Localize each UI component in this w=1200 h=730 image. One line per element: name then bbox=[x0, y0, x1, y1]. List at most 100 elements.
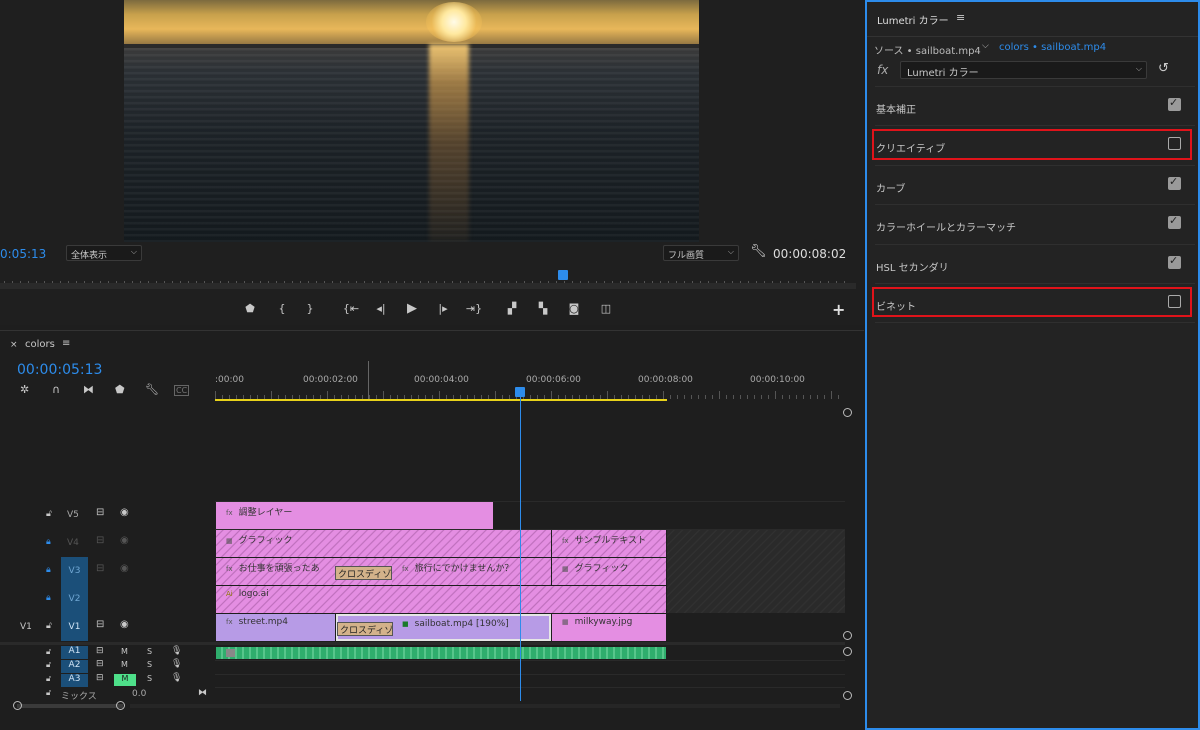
clip-graphic[interactable]: ▦ グラフィック bbox=[216, 530, 551, 557]
lock-icon[interactable]: 🔓︎ bbox=[46, 647, 51, 657]
playhead-timecode[interactable]: 0:05:13 bbox=[0, 247, 46, 261]
transition-cross-dissolve[interactable]: クロスディゾ bbox=[335, 566, 392, 580]
lock-icon[interactable]: 🔒︎ bbox=[46, 565, 51, 575]
mute-button[interactable]: M bbox=[121, 647, 128, 656]
source-patch-v1[interactable]: V1 bbox=[20, 622, 32, 632]
sync-lock-icon[interactable]: ⊟ bbox=[96, 673, 104, 683]
zoom-dropdown[interactable]: 全体表示 ⌵ bbox=[66, 245, 142, 261]
lock-icon[interactable]: 🔓︎ bbox=[46, 660, 51, 670]
step-forward-icon[interactable]: |▸ bbox=[434, 300, 452, 318]
clip-ryokou[interactable]: fx 旅行にでかけませんか？ bbox=[392, 558, 551, 585]
marker-icon[interactable]: ⬟ bbox=[241, 300, 259, 318]
solo-button[interactable]: S bbox=[147, 674, 152, 683]
clip-adjustment-layer[interactable]: fx 調整レイヤー bbox=[216, 502, 493, 529]
quality-dropdown[interactable]: フル画質 ⌵ bbox=[663, 245, 739, 261]
timeline-ruler[interactable]: :00:00 00:00:02:00 00:00:04:00 00:00:06:… bbox=[215, 361, 845, 399]
compare-view-icon[interactable]: ◫ bbox=[597, 300, 615, 318]
sequence-clip-label[interactable]: colors • sailboat.mp4 bbox=[999, 42, 1106, 53]
clip-street[interactable]: fx street.mp4 bbox=[216, 614, 335, 641]
vertical-scroll-handle[interactable] bbox=[843, 631, 852, 640]
section-color-wheels[interactable]: カラーホイールとカラーマッチ bbox=[875, 204, 1195, 242]
track-target-v1[interactable]: V1 bbox=[61, 613, 88, 641]
eye-icon[interactable]: ◉ bbox=[120, 507, 129, 518]
lock-icon[interactable]: 🔓︎ bbox=[46, 688, 51, 698]
add-marker-icon[interactable]: ⬟ bbox=[115, 383, 125, 396]
clip-graphic-2[interactable]: ▦ グラフィック bbox=[552, 558, 666, 585]
extract-icon[interactable]: ▚ bbox=[534, 300, 552, 318]
monitor-playhead[interactable] bbox=[558, 270, 568, 280]
lift-icon[interactable]: ▞ bbox=[503, 300, 521, 318]
section-curves[interactable]: カーブ bbox=[875, 165, 1195, 203]
microphone-icon[interactable]: 🎙︎ bbox=[171, 659, 182, 669]
monitor-scrollbar[interactable] bbox=[0, 283, 856, 289]
sync-lock-icon[interactable]: ⊟ bbox=[96, 619, 104, 630]
section-checkbox[interactable] bbox=[1168, 96, 1181, 111]
audio-clip-a1[interactable] bbox=[216, 647, 666, 659]
track-target-a2[interactable]: A2 bbox=[61, 660, 88, 673]
mix-end-icon[interactable]: ⧓ bbox=[198, 688, 207, 698]
mute-button-active[interactable]: M bbox=[114, 674, 136, 686]
audio-scroll-handle[interactable] bbox=[843, 691, 852, 700]
sequence-tab[interactable]: colors bbox=[25, 339, 55, 350]
clip-sample-text[interactable]: fx サンプルテキスト bbox=[552, 530, 666, 557]
effect-dropdown[interactable]: Lumetri カラー ⌵ bbox=[900, 61, 1147, 79]
clip-milkyway[interactable]: ▦ milkyway.jpg bbox=[552, 614, 666, 641]
eye-icon[interactable]: ◉ bbox=[120, 563, 129, 574]
camera-icon[interactable]: ◙ bbox=[565, 300, 583, 318]
linked-selection-icon[interactable]: ⧓ bbox=[83, 383, 94, 396]
microphone-icon[interactable]: 🎙︎ bbox=[171, 673, 182, 683]
mix-volume[interactable]: 0.0 bbox=[132, 689, 146, 699]
section-checkbox[interactable] bbox=[1168, 175, 1181, 190]
lock-icon[interactable]: 🔓︎ bbox=[46, 509, 52, 519]
go-to-in-icon[interactable]: {⇤ bbox=[342, 300, 360, 318]
play-icon[interactable]: ▶ bbox=[403, 300, 421, 318]
horizontal-scroll-track[interactable] bbox=[130, 704, 840, 708]
microphone-icon[interactable]: 🎙︎ bbox=[171, 646, 182, 656]
lock-icon[interactable]: 🔒︎ bbox=[46, 537, 51, 547]
tab-menu-icon[interactable]: ≡ bbox=[62, 338, 70, 349]
track-target-v2[interactable]: V2 bbox=[61, 585, 88, 613]
zoom-scrollbar-track[interactable] bbox=[17, 704, 123, 708]
reset-icon[interactable]: ↺ bbox=[1158, 61, 1169, 76]
sync-lock-icon[interactable]: ⊟ bbox=[96, 646, 104, 656]
zoom-scroll-handle-left[interactable] bbox=[13, 701, 22, 710]
solo-button[interactable]: S bbox=[147, 660, 152, 669]
add-button[interactable]: + bbox=[832, 300, 845, 319]
wrench-icon[interactable]: 🔧︎ bbox=[145, 383, 159, 396]
eye-icon[interactable]: ◉ bbox=[120, 619, 129, 630]
section-checkbox[interactable] bbox=[1168, 254, 1181, 269]
chevron-down-icon[interactable]: ⌵ bbox=[982, 41, 989, 51]
clip-logo[interactable]: Ai logo.ai bbox=[216, 586, 666, 613]
track-target-a3[interactable]: A3 bbox=[61, 674, 88, 687]
lock-icon[interactable]: 🔓︎ bbox=[46, 621, 52, 631]
captions-icon[interactable]: CC bbox=[174, 385, 190, 396]
sync-lock-icon[interactable]: ⊟ bbox=[96, 563, 104, 574]
sync-lock-icon[interactable]: ⊟ bbox=[96, 659, 104, 669]
timeline-timecode[interactable]: 00:00:05:13 bbox=[17, 362, 102, 378]
panel-menu-icon[interactable]: ≡ bbox=[956, 11, 965, 24]
lock-icon[interactable]: 🔒︎ bbox=[46, 593, 51, 603]
track-target-v3[interactable]: V3 bbox=[61, 557, 88, 585]
eye-icon[interactable]: ◉ bbox=[120, 535, 129, 546]
section-hsl-secondary[interactable]: HSL セカンダリ bbox=[875, 244, 1195, 282]
sync-lock-icon[interactable]: ⊟ bbox=[96, 535, 104, 546]
snap-icon[interactable]: ∩ bbox=[52, 383, 60, 396]
go-to-out-icon[interactable]: ⇥} bbox=[465, 300, 483, 318]
work-area-bar[interactable] bbox=[215, 399, 667, 401]
nest-icon[interactable]: ✲ bbox=[20, 383, 29, 396]
audio-scroll-handle[interactable] bbox=[843, 647, 852, 656]
timeline-playhead-handle[interactable] bbox=[515, 387, 525, 397]
zoom-scroll-handle-right[interactable] bbox=[116, 701, 125, 710]
section-basic-correction[interactable]: 基本補正 bbox=[875, 86, 1195, 124]
step-back-icon[interactable]: ◂| bbox=[372, 300, 390, 318]
wrench-icon[interactable]: 🔧︎ bbox=[750, 244, 767, 259]
source-clip-label[interactable]: ソース • sailboat.mp4 bbox=[874, 42, 981, 57]
track-target-a1[interactable]: A1 bbox=[61, 646, 88, 659]
solo-button[interactable]: S bbox=[147, 647, 152, 656]
transition-cross-dissolve[interactable]: クロスディゾ bbox=[337, 622, 393, 636]
sync-lock-icon[interactable]: ⊟ bbox=[96, 507, 104, 518]
close-icon[interactable]: × bbox=[10, 340, 18, 350]
section-checkbox[interactable] bbox=[1168, 214, 1181, 229]
mute-button[interactable]: M bbox=[121, 660, 128, 669]
mark-out-icon[interactable]: } bbox=[301, 300, 319, 318]
